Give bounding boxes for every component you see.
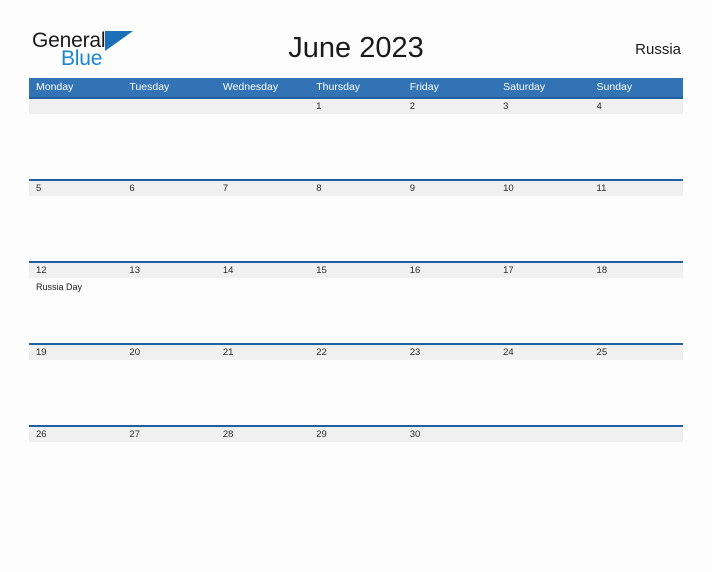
day-cell[interactable] <box>496 196 589 261</box>
weekday-header-friday: Friday <box>409 81 439 93</box>
weekday-header-sunday: Sunday <box>596 81 633 93</box>
day-cell[interactable] <box>309 360 402 425</box>
day-cell[interactable] <box>216 278 309 343</box>
day-number: 1 <box>316 101 322 112</box>
day-number: 24 <box>503 347 514 358</box>
weekday-header-tuesday: Tuesday <box>129 81 170 93</box>
day-cell[interactable] <box>309 442 402 497</box>
day-number: 12 <box>36 265 47 276</box>
day-number: 17 <box>503 265 514 276</box>
weekday-header-wednesday: Wednesday <box>222 81 279 93</box>
weekday-header-row: Monday Tuesday Wednesday Thursday Friday… <box>29 78 683 97</box>
day-number: 20 <box>129 347 140 358</box>
day-number: 9 <box>409 183 415 194</box>
day-number: 4 <box>596 101 602 112</box>
day-cell[interactable] <box>216 196 309 261</box>
calendar-page: General Blue June 2023 Russia Monday Tue… <box>0 22 712 572</box>
day-number: 23 <box>409 347 421 358</box>
day-number: 21 <box>222 347 234 358</box>
day-cell[interactable] <box>590 196 683 261</box>
day-cell[interactable] <box>216 114 309 179</box>
day-number: 25 <box>596 347 608 358</box>
page-title: June 2023 <box>288 32 424 64</box>
day-cell[interactable] <box>216 360 309 425</box>
day-number: 18 <box>596 265 608 276</box>
week-row: 19 20 21 22 23 24 25 <box>29 343 683 425</box>
day-cell[interactable] <box>403 196 496 261</box>
day-cell[interactable] <box>590 442 683 497</box>
week-date-band: 19 20 21 22 23 24 25 <box>29 343 683 360</box>
day-cell[interactable] <box>309 196 402 261</box>
day-cell[interactable] <box>403 360 496 425</box>
week-event-area <box>29 360 683 425</box>
day-number: 6 <box>129 183 135 194</box>
week-row: 12 13 14 15 16 17 18 Russia Day <box>29 261 683 343</box>
day-number: 5 <box>36 183 42 194</box>
day-number: 10 <box>503 183 514 194</box>
weekday-header-monday: Monday <box>36 81 74 93</box>
week-date-band: 26 27 28 29 30 <box>29 425 683 442</box>
day-cell[interactable] <box>309 114 402 179</box>
week-event-area <box>29 442 683 497</box>
day-number: 14 <box>222 265 234 276</box>
week-date-band: 1 2 3 4 <box>29 97 683 114</box>
day-number: 26 <box>36 429 47 440</box>
day-cell[interactable] <box>309 278 402 343</box>
day-number: 22 <box>316 347 327 358</box>
day-cell[interactable] <box>122 114 215 179</box>
day-number: 15 <box>316 265 327 276</box>
day-number: 16 <box>409 265 421 276</box>
day-cell[interactable] <box>122 360 215 425</box>
week-event-area: Russia Day <box>29 278 683 343</box>
day-number: 13 <box>129 265 140 276</box>
day-number: 28 <box>222 429 234 440</box>
day-number <box>496 427 589 442</box>
day-cell[interactable] <box>29 360 122 425</box>
page-header: General Blue June 2023 Russia <box>29 22 683 78</box>
day-number: 30 <box>409 429 421 440</box>
day-cell[interactable] <box>122 278 215 343</box>
week-event-area <box>29 196 683 261</box>
day-cell[interactable] <box>496 360 589 425</box>
day-number <box>122 99 215 114</box>
day-cell[interactable] <box>496 114 589 179</box>
day-cell[interactable] <box>29 442 122 497</box>
week-row: 26 27 28 29 30 <box>29 425 683 497</box>
day-cell[interactable] <box>590 114 683 179</box>
day-number: 7 <box>222 183 229 194</box>
holiday-event: Russia Day <box>36 282 83 292</box>
day-cell[interactable] <box>496 278 589 343</box>
day-cell[interactable] <box>216 442 309 497</box>
day-cell[interactable] <box>29 196 122 261</box>
day-cell[interactable] <box>590 278 683 343</box>
week-row: 1 2 3 4 <box>29 97 683 179</box>
day-number <box>216 99 309 114</box>
day-number: 8 <box>316 183 322 194</box>
day-number <box>29 99 122 114</box>
day-number: 2 <box>409 101 415 112</box>
day-cell[interactable]: Russia Day <box>29 278 122 343</box>
day-cell[interactable] <box>403 278 496 343</box>
week-row: 5 6 7 8 9 10 11 <box>29 179 683 261</box>
weekday-header-thursday: Thursday <box>316 81 361 93</box>
day-number: 11 <box>596 183 607 194</box>
weekday-header-saturday: Saturday <box>503 81 546 93</box>
day-cell[interactable] <box>29 114 122 179</box>
day-number: 3 <box>503 101 509 112</box>
week-date-band: 12 13 14 15 16 17 18 <box>29 261 683 278</box>
day-cell[interactable] <box>403 442 496 497</box>
day-number: 19 <box>36 347 47 358</box>
day-cell[interactable] <box>496 442 589 497</box>
day-number: 29 <box>316 429 327 440</box>
day-number: 27 <box>129 429 140 440</box>
day-cell[interactable] <box>122 196 215 261</box>
calendar-grid: Monday Tuesday Wednesday Thursday Friday… <box>29 78 683 497</box>
country-label: Russia <box>635 41 681 58</box>
day-cell[interactable] <box>403 114 496 179</box>
day-number <box>590 427 683 442</box>
day-cell[interactable] <box>590 360 683 425</box>
week-date-band: 5 6 7 8 9 10 11 <box>29 179 683 196</box>
week-event-area <box>29 114 683 179</box>
day-cell[interactable] <box>122 442 215 497</box>
